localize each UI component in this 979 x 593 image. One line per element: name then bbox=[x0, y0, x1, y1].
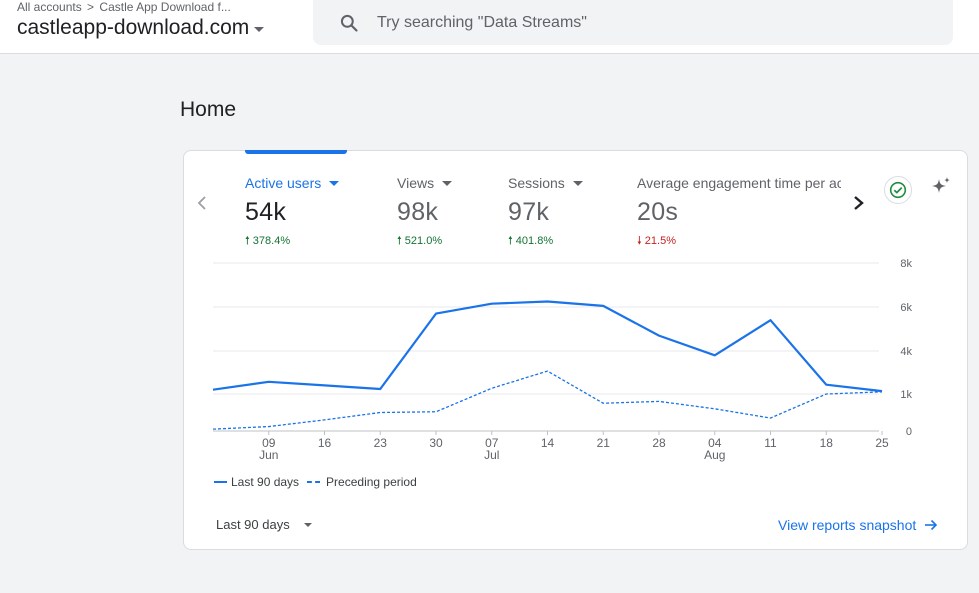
legend-label: Last 90 days bbox=[231, 475, 300, 489]
chevron-right-icon[interactable] bbox=[850, 191, 868, 215]
x-tick-sublabel: Jul bbox=[484, 448, 499, 462]
breadcrumb-separator: > bbox=[87, 0, 95, 14]
y-tick-label: 6k bbox=[900, 302, 912, 314]
active-tab-indicator bbox=[245, 150, 347, 154]
dropdown-icon[interactable] bbox=[572, 180, 583, 186]
metric-value: 20s bbox=[637, 198, 679, 226]
sparkle-icon[interactable] bbox=[928, 175, 954, 201]
chevron-left-icon[interactable] bbox=[194, 191, 210, 215]
arrow-up-icon: 🠕 bbox=[397, 235, 402, 247]
page-title: Home bbox=[180, 98, 237, 121]
metric-tab-sessions[interactable]: Sessions 97k 🠕 401.8% bbox=[508, 175, 583, 251]
active-users-chart: 8k6k4k1k009Jun16 23 30 07Jul14 21 28 04Aug11 18… bbox=[212, 258, 912, 462]
legend-item-current: Last 90 days bbox=[214, 475, 299, 489]
metric-change: 🠕 378.4% bbox=[245, 235, 291, 247]
legend-swatch bbox=[307, 481, 321, 483]
metric-change: 🠕 401.8% bbox=[508, 235, 554, 247]
date-range-select[interactable]: Last 90 days bbox=[216, 517, 312, 532]
dropdown-icon[interactable] bbox=[329, 180, 340, 186]
metric-label: Views bbox=[397, 175, 435, 191]
date-range-label: Last 90 days bbox=[216, 517, 290, 532]
series-line-last-90-days bbox=[212, 300, 883, 393]
arrow-right-icon bbox=[925, 519, 938, 531]
top-bar: All accounts > Castle App Download f... … bbox=[0, 0, 979, 54]
overview-card: Active users 54k 🠕 378.4% Views 98k 🠕 52… bbox=[183, 150, 968, 550]
search-input[interactable] bbox=[375, 12, 939, 33]
arrow-down-icon: 🠗 bbox=[637, 235, 642, 247]
x-tick-label: 21 bbox=[597, 436, 611, 450]
series-line-preceding-period bbox=[212, 370, 883, 430]
property-name: castleapp-download.com bbox=[17, 16, 250, 39]
view-link-label: View reports snapshot bbox=[778, 517, 917, 533]
metric-value: 98k bbox=[397, 198, 439, 226]
breadcrumb[interactable]: All accounts > Castle App Download f... bbox=[17, 0, 231, 14]
legend-item-preceding: Preceding period bbox=[307, 475, 417, 489]
y-tick-label: 8k bbox=[900, 258, 912, 270]
metric-label: Average engagement time per active user bbox=[637, 175, 841, 191]
metric-change: 🠗 21.5% bbox=[637, 235, 676, 247]
property-selector[interactable]: castleapp-download.com bbox=[17, 16, 265, 40]
x-tick-label: 14 bbox=[541, 436, 555, 450]
y-tick-label: 1k bbox=[900, 389, 912, 401]
arrow-up-icon: 🠕 bbox=[245, 235, 250, 247]
view-reports-snapshot-link[interactable]: View reports snapshot bbox=[778, 517, 938, 533]
dropdown-icon[interactable] bbox=[442, 180, 453, 186]
metric-tab-engagement[interactable]: Average engagement time per active user … bbox=[637, 175, 841, 251]
x-tick-label: 23 bbox=[374, 436, 388, 450]
y-tick-label: 0 bbox=[906, 426, 912, 438]
x-tick-label: 25 bbox=[875, 436, 889, 450]
metric-label: Sessions bbox=[508, 175, 565, 191]
arrow-up-icon: 🠕 bbox=[508, 235, 513, 247]
x-tick-label: 28 bbox=[652, 436, 666, 450]
caret-down-icon bbox=[254, 26, 265, 32]
x-tick-sublabel: Jun bbox=[259, 448, 278, 462]
metric-label: Active users bbox=[245, 175, 322, 191]
x-tick-label: 30 bbox=[429, 436, 443, 450]
x-tick-label: 11 bbox=[764, 436, 777, 450]
check-circle-icon[interactable] bbox=[884, 176, 912, 204]
metric-tab-active-users[interactable]: Active users 54k 🠕 378.4% bbox=[245, 175, 340, 251]
metric-value: 97k bbox=[508, 198, 550, 226]
legend-swatch bbox=[214, 481, 227, 483]
breadcrumb-root[interactable]: All accounts bbox=[17, 0, 82, 14]
legend-label: Preceding period bbox=[326, 475, 417, 489]
chart-legend: Last 90 days Preceding period bbox=[214, 475, 425, 489]
caret-down-icon bbox=[303, 522, 312, 527]
metric-change: 🠕 521.0% bbox=[397, 235, 443, 247]
search-icon bbox=[340, 14, 358, 32]
x-tick-sublabel: Aug bbox=[704, 448, 725, 462]
breadcrumb-account[interactable]: Castle App Download f... bbox=[99, 0, 230, 14]
search-bar[interactable] bbox=[313, 0, 953, 45]
x-tick-label: 16 bbox=[318, 436, 332, 450]
x-tick-label: 18 bbox=[820, 436, 834, 450]
y-tick-label: 4k bbox=[900, 346, 912, 358]
metric-tab-views[interactable]: Views 98k 🠕 521.0% bbox=[397, 175, 453, 251]
metric-value: 54k bbox=[245, 198, 287, 226]
